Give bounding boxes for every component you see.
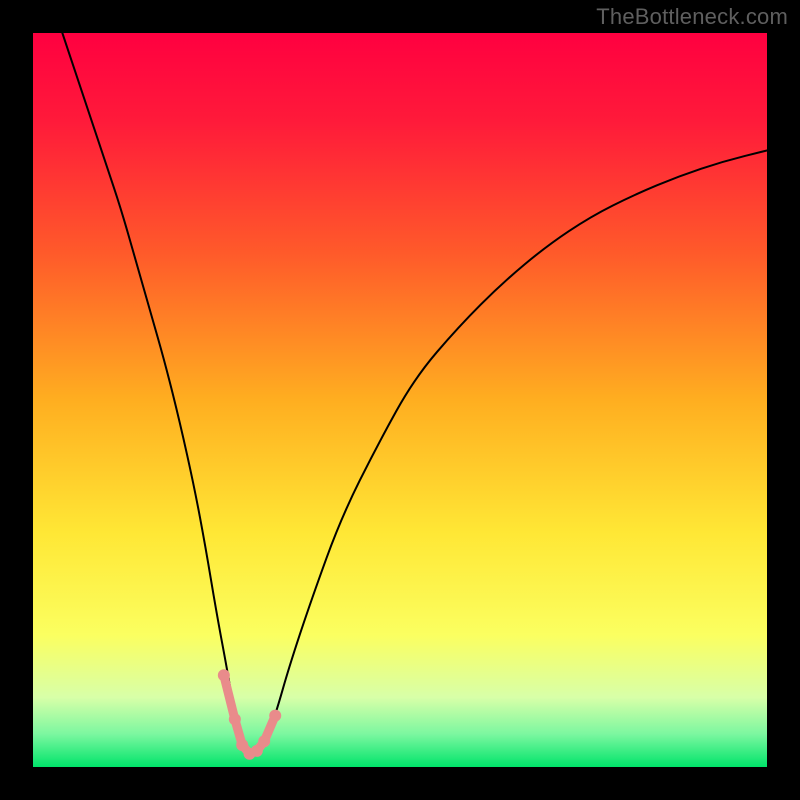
- min-region-point: [218, 669, 230, 681]
- chart-frame: TheBottleneck.com: [0, 0, 800, 800]
- min-region-point: [251, 745, 263, 757]
- min-region-point: [229, 713, 241, 725]
- bottleneck-chart: [33, 33, 767, 767]
- watermark-text: TheBottleneck.com: [596, 4, 788, 30]
- min-region-point: [258, 735, 270, 747]
- min-region-point: [269, 710, 281, 722]
- plot-area: [33, 33, 767, 767]
- gradient-background: [33, 33, 767, 767]
